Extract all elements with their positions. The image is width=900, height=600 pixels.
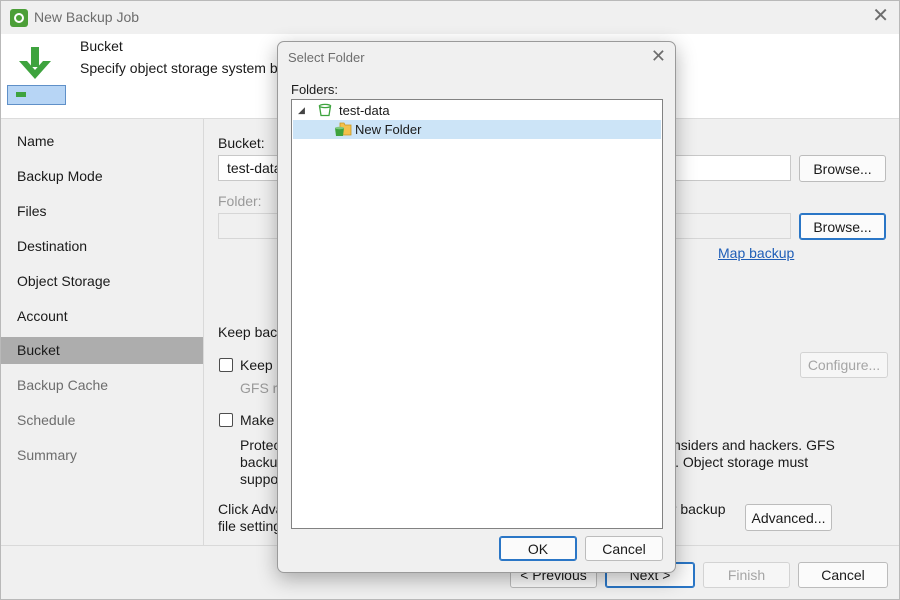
folders-label: Folders: [291, 82, 338, 97]
sidebar-item-account[interactable]: Account [1, 303, 203, 330]
protect-text-line2: backu [240, 454, 278, 470]
download-arrow-icon [19, 47, 51, 79]
sidebar-item-bucket[interactable]: Bucket [1, 337, 203, 364]
tree-item-bucket-label: test-data [339, 103, 390, 118]
title-bar: New Backup Job ✕ [1, 1, 899, 34]
select-folder-dialog: Select Folder ✕ Folders: ◢ test-data New… [277, 41, 676, 573]
bucket-browse-button[interactable]: Browse... [799, 155, 886, 182]
sidebar-item-object-storage[interactable]: Object Storage [1, 268, 203, 295]
tree-item-new-folder-label: New Folder [355, 122, 422, 137]
expander-icon[interactable]: ◢ [298, 101, 305, 120]
configure-button[interactable]: Configure... [800, 352, 888, 378]
sidebar-item-summary: Summary [17, 447, 77, 463]
map-backup-link[interactable]: Map backup [718, 245, 794, 261]
finish-button[interactable]: Finish [703, 562, 790, 588]
dialog-cancel-button[interactable]: Cancel [585, 536, 663, 561]
window-title: New Backup Job [34, 9, 140, 25]
sidebar-item-backup-cache: Backup Cache [17, 377, 109, 393]
cancel-button[interactable]: Cancel [798, 562, 888, 588]
make-immutable-checkbox[interactable] [219, 413, 233, 427]
protect-text-right1: s insiders and hackers. GFS [659, 437, 835, 453]
advanced-text-line1: Click Adva [218, 501, 284, 517]
make-checkbox-label: Make [240, 412, 275, 428]
folder-icon [335, 122, 352, 136]
app-gear-icon [10, 9, 28, 27]
new-backup-job-window: New Backup Job ✕ Bucket Specify object s… [0, 0, 900, 600]
protect-text-line1: Protec [240, 437, 281, 453]
dialog-close-icon[interactable]: ✕ [651, 46, 666, 66]
protect-text-right2: icy. Object storage must [659, 454, 809, 470]
folder-label: Folder: [218, 193, 262, 209]
dialog-title: Select Folder [288, 50, 365, 65]
keep-checkbox[interactable] [219, 358, 233, 372]
tree-item-new-folder[interactable]: New Folder [293, 120, 661, 139]
sidebar-item-schedule: Schedule [17, 412, 76, 428]
sidebar-item-name[interactable]: Name [1, 128, 203, 155]
sidebar-item-files[interactable]: Files [1, 198, 203, 225]
close-icon[interactable]: ✕ [872, 6, 889, 26]
sidebar-item-destination[interactable]: Destination [1, 233, 203, 260]
folder-browse-button[interactable]: Browse... [799, 213, 886, 240]
sidebar-item-backup-mode[interactable]: Backup Mode [1, 163, 203, 190]
tree-item-bucket[interactable]: ◢ test-data [293, 101, 661, 120]
wizard-steps-sidebar: Name Backup Mode Files Destination Objec… [1, 119, 204, 545]
keep-backups-label: Keep back [218, 324, 285, 340]
protect-text-line3: suppo [240, 471, 279, 487]
advanced-text-line2: file setting [218, 518, 282, 534]
dialog-ok-button[interactable]: OK [499, 536, 577, 561]
page-title: Bucket [80, 38, 123, 54]
folder-tree: ◢ test-data New Folder [291, 99, 663, 529]
advanced-button[interactable]: Advanced... [745, 504, 832, 531]
disk-icon [7, 85, 66, 105]
bucket-label: Bucket: [218, 135, 265, 151]
bucket-icon [318, 103, 332, 117]
